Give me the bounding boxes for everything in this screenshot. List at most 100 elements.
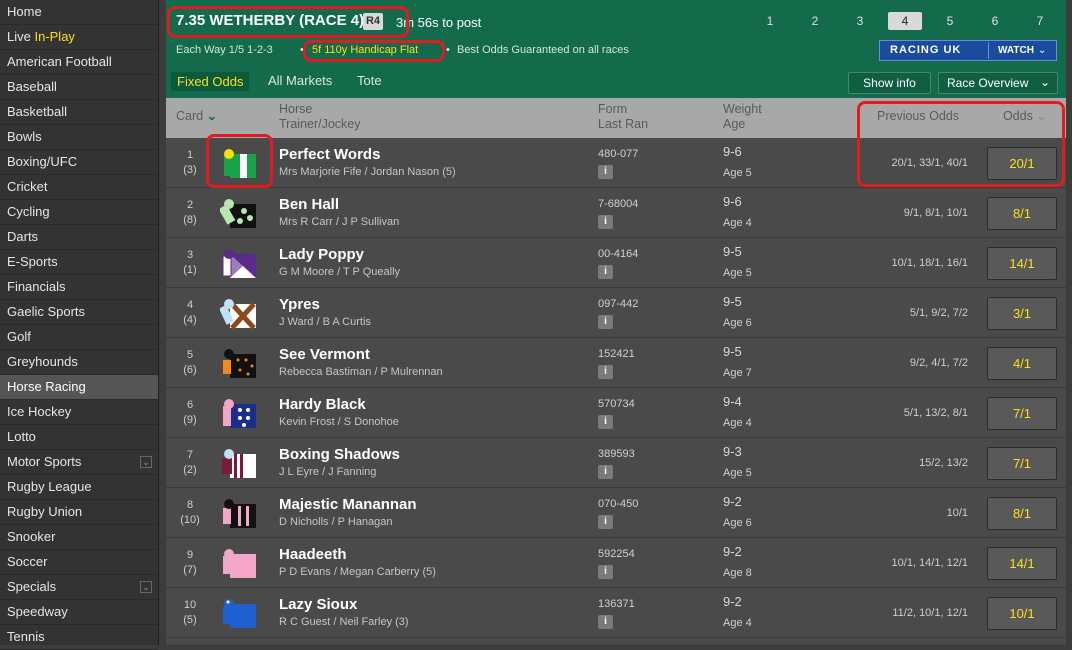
sidebar-item-boxing-ufc[interactable]: Boxing/UFC: [0, 150, 158, 175]
sidebar-item-cricket[interactable]: Cricket: [0, 175, 158, 200]
trainer-jockey: J Ward / B A Curtis: [279, 316, 371, 328]
sidebar-item-basketball[interactable]: Basketball: [0, 100, 158, 125]
sidebar-item-greyhounds[interactable]: Greyhounds: [0, 350, 158, 375]
info-icon[interactable]: i: [598, 465, 613, 479]
horse-name[interactable]: Boxing Shadows: [279, 446, 400, 463]
sidebar-item-label: Cricket: [7, 179, 48, 194]
previous-odds: 5/1, 9/2, 7/2: [909, 307, 968, 319]
sidebar-item-darts[interactable]: Darts: [0, 225, 158, 250]
sort-card-button[interactable]: Card ⌄: [176, 109, 217, 124]
horse-name[interactable]: Majestic Manannan: [279, 496, 417, 513]
racing-uk-watch-button[interactable]: RACING UK WATCH ⌄: [879, 40, 1057, 61]
info-icon[interactable]: i: [598, 365, 613, 379]
odds-button[interactable]: 8/1: [987, 197, 1057, 230]
silk-icon: [220, 546, 262, 580]
horse-name[interactable]: See Vermont: [279, 346, 370, 363]
info-icon[interactable]: i: [598, 615, 613, 629]
trainer-jockey: Mrs Marjorie Fife / Jordan Nason (5): [279, 166, 456, 178]
odds-button[interactable]: 3/1: [987, 297, 1057, 330]
race-tab-2[interactable]: 2: [798, 12, 832, 30]
sidebar-item-specials[interactable]: Specials ⌄: [0, 575, 158, 600]
odds-button[interactable]: 8/1: [987, 497, 1057, 530]
sidebar-item-rugby-union[interactable]: Rugby Union: [0, 500, 158, 525]
odds-button[interactable]: 14/1: [987, 247, 1057, 280]
odds-button[interactable]: 20/1: [987, 147, 1057, 180]
sidebar-item-soccer[interactable]: Soccer: [0, 550, 158, 575]
info-icon[interactable]: i: [598, 565, 613, 579]
race-header: 7.35 WETHERBY (RACE 4) R4 3m 56s to post…: [166, 0, 1066, 98]
odds-button[interactable]: 4/1: [987, 347, 1057, 380]
sidebar-item-tennis[interactable]: Tennis: [0, 625, 158, 650]
horse-name[interactable]: Hardy Black: [279, 396, 366, 413]
age: Age 7: [723, 367, 752, 379]
race-tab-7[interactable]: 7: [1023, 12, 1057, 30]
expand-icon[interactable]: ⌄: [140, 581, 152, 593]
info-icon[interactable]: i: [598, 515, 613, 529]
odds-button[interactable]: 14/1: [987, 547, 1057, 580]
weight: 9-5: [723, 294, 742, 309]
show-info-button[interactable]: Show info: [848, 72, 931, 94]
form-figures: 097-442: [598, 298, 639, 310]
horse-name[interactable]: Perfect Words: [279, 146, 380, 163]
sidebar-item-gaelic-sports[interactable]: Gaelic Sports: [0, 300, 158, 325]
race-tab-4[interactable]: 4: [888, 12, 922, 30]
sidebar-item-label: Boxing/UFC: [7, 154, 78, 169]
sidebar-item-label: Greyhounds: [7, 354, 78, 369]
tab-fixed-odds[interactable]: Fixed Odds: [171, 72, 250, 91]
sidebar-item-speedway[interactable]: Speedway: [0, 600, 158, 625]
sidebar-item-label: Bowls: [7, 129, 42, 144]
silk-icon: [220, 396, 262, 430]
sidebar-item-snooker[interactable]: Snooker: [0, 525, 158, 550]
draw-number: (2): [183, 464, 197, 476]
sidebar-item-horse-racing[interactable]: Horse Racing: [0, 375, 158, 400]
tab-all-markets[interactable]: All Markets: [268, 73, 332, 88]
trainer-jockey: P D Evans / Megan Carberry (5): [279, 566, 436, 578]
sidebar-item-e-sports[interactable]: E-Sports: [0, 250, 158, 275]
runner-number: 10: [183, 599, 197, 611]
horse-name[interactable]: Ypres: [279, 296, 320, 313]
sidebar-item-financials[interactable]: Financials: [0, 275, 158, 300]
sidebar-item-motor-sports[interactable]: Motor Sports ⌄: [0, 450, 158, 475]
runner-row: 3 (1) Lady Poppy G M Moore / T P Queally 00-…: [166, 238, 1066, 288]
sort-odds-button[interactable]: Odds ⌄: [1003, 109, 1047, 124]
draw-number: (1): [183, 264, 197, 276]
sidebar-item-label: Speedway: [7, 604, 68, 619]
odds-button[interactable]: 10/1: [987, 597, 1057, 630]
info-icon[interactable]: i: [598, 315, 613, 329]
odds-button[interactable]: 7/1: [987, 447, 1057, 480]
race-tab-3[interactable]: 3: [843, 12, 877, 30]
runner-row: 6 (9) Hardy Black Kevin Frost / S Donohoe 57…: [166, 388, 1066, 438]
sidebar-item-golf[interactable]: Golf: [0, 325, 158, 350]
expand-icon[interactable]: ⌄: [140, 456, 152, 468]
horse-name[interactable]: Haadeeth: [279, 546, 347, 563]
sidebar-item-bowls[interactable]: Bowls: [0, 125, 158, 150]
race-overview-dropdown[interactable]: Race Overview ⌄: [938, 72, 1058, 94]
sidebar-item-ice-hockey[interactable]: Ice Hockey: [0, 400, 158, 425]
horse-name[interactable]: Lazy Sioux: [279, 596, 357, 613]
race-type[interactable]: 5f 110y Handicap Flat: [312, 44, 418, 56]
horse-name[interactable]: Lady Poppy: [279, 246, 364, 263]
sidebar-item-lotto[interactable]: Lotto: [0, 425, 158, 450]
sidebar-item-live[interactable]: Live In-Play: [0, 25, 158, 50]
form-figures: 570734: [598, 398, 635, 410]
sidebar-item-home[interactable]: Home: [0, 0, 158, 25]
sidebar-item-cycling[interactable]: Cycling: [0, 200, 158, 225]
info-icon[interactable]: i: [598, 215, 613, 229]
horse-name[interactable]: Ben Hall: [279, 196, 339, 213]
odds-button[interactable]: 7/1: [987, 397, 1057, 430]
sidebar-item-american-football[interactable]: American Football: [0, 50, 158, 75]
sidebar-item-rugby-league[interactable]: Rugby League: [0, 475, 158, 500]
watch-label: WATCH: [998, 45, 1034, 56]
card-number: 8 (10): [166, 498, 214, 528]
tab-tote[interactable]: Tote: [357, 73, 382, 88]
previous-odds: 9/2, 4/1, 7/2: [909, 357, 968, 369]
race-tab-5[interactable]: 5: [933, 12, 967, 30]
info-icon[interactable]: i: [598, 265, 613, 279]
race-tab-6[interactable]: 6: [978, 12, 1012, 30]
sidebar-item-baseball[interactable]: Baseball: [0, 75, 158, 100]
info-icon[interactable]: i: [598, 415, 613, 429]
racing-uk-logo: RACING UK: [890, 44, 962, 56]
info-icon[interactable]: i: [598, 165, 613, 179]
race-tab-1[interactable]: 1: [753, 12, 787, 30]
odds-header: Odds: [1003, 109, 1033, 123]
